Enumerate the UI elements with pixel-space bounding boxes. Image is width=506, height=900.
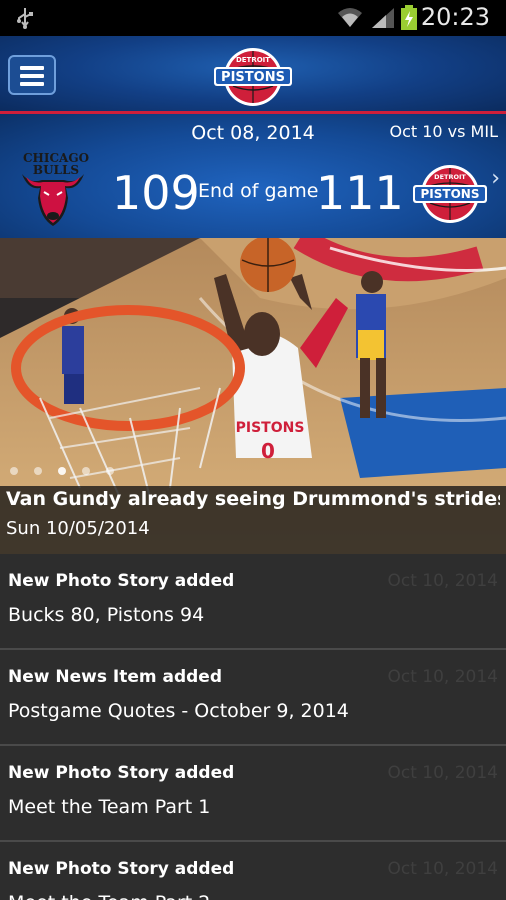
wifi-icon: [338, 8, 362, 27]
carousel-indicator[interactable]: [10, 460, 130, 479]
menu-button[interactable]: [8, 55, 56, 95]
pistons-logo: PISTONS DETROIT: [214, 48, 292, 106]
item-type: New Photo Story added: [8, 859, 235, 879]
list-item[interactable]: New Photo Story added Oct 10, 2014 Bucks…: [0, 554, 506, 650]
item-type: New Photo Story added: [8, 763, 235, 783]
item-date: Oct 10, 2014: [387, 667, 499, 687]
list-item[interactable]: New News Item added Oct 10, 2014 Postgam…: [0, 650, 506, 746]
bulls-logo: [22, 174, 84, 226]
item-type: New News Item added: [8, 667, 223, 687]
svg-text:PISTONS: PISTONS: [236, 420, 305, 436]
item-date: Oct 10, 2014: [387, 859, 499, 879]
game-status: End of game: [198, 180, 319, 202]
signal-icon: [372, 8, 394, 28]
next-game[interactable]: Oct 10 vs MIL: [389, 122, 498, 141]
featured-title[interactable]: Van Gundy already seeing Drummond's stri…: [6, 488, 500, 510]
pistons-score-logo: PISTONS DETROIT: [413, 165, 487, 223]
away-score: 111: [316, 166, 404, 220]
home-score: 109: [112, 166, 200, 220]
scoreboard[interactable]: Oct 08, 2014 Oct 10 vs MIL CHICAGO BULLS…: [0, 114, 506, 238]
activity-feed: New Photo Story added Oct 10, 2014 Bucks…: [0, 554, 506, 900]
item-title: Meet the Team Part 1: [8, 796, 211, 818]
item-title: Meet the Team Part 2: [8, 892, 210, 900]
list-item[interactable]: New Photo Story added Oct 10, 2014 Meet …: [0, 842, 506, 900]
battery-charging-icon: [401, 5, 417, 30]
chevron-right-icon[interactable]: ›: [491, 166, 500, 191]
list-item[interactable]: New Photo Story added Oct 10, 2014 Meet …: [0, 746, 506, 842]
svg-text:0: 0: [261, 439, 275, 463]
item-title: Bucks 80, Pistons 94: [8, 604, 205, 626]
item-title: Postgame Quotes - October 9, 2014: [8, 700, 349, 722]
status-bar: 20:23: [0, 0, 506, 36]
item-date: Oct 10, 2014: [387, 763, 499, 783]
svg-text:PISTONS: PISTONS: [221, 70, 285, 85]
svg-text:PISTONS: PISTONS: [421, 187, 480, 201]
featured-date: Sun 10/05/2014: [6, 518, 150, 539]
svg-text:DETROIT: DETROIT: [434, 173, 466, 181]
hamburger-menu-icon: [20, 66, 44, 70]
app-header: PISTONS DETROIT: [0, 36, 506, 114]
svg-text:DETROIT: DETROIT: [236, 56, 270, 64]
status-clock: 20:23: [420, 3, 490, 31]
item-type: New Photo Story added: [8, 571, 235, 591]
usb-icon: [17, 8, 33, 29]
featured-story[interactable]: PISTONS 0 Van Gundy already seeing Drumm…: [0, 238, 506, 554]
item-date: Oct 10, 2014: [387, 571, 499, 591]
